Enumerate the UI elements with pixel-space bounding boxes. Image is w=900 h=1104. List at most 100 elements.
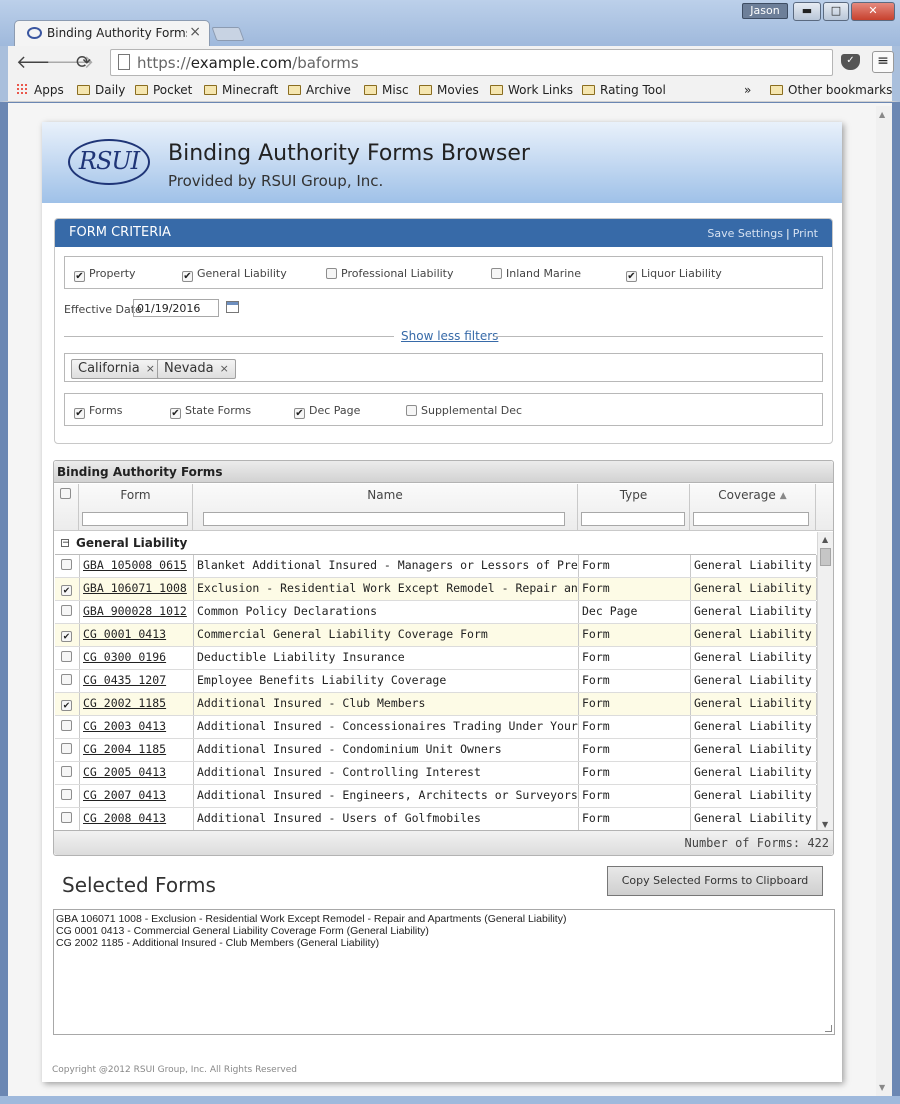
bookmark-folder[interactable]: Work Links [490, 83, 573, 97]
coverage-checkbox-general-liability[interactable]: ✔ General Liability [182, 267, 287, 282]
coverage-checkbox-property[interactable]: ✔ Property [74, 267, 136, 282]
remove-tag-icon[interactable]: × [146, 362, 155, 375]
row-checkbox[interactable] [61, 559, 72, 570]
type-filter-input[interactable] [581, 512, 685, 526]
select-all-checkbox[interactable] [60, 488, 71, 499]
row-checkbox[interactable]: ✔ [61, 700, 72, 711]
column-header-coverage[interactable]: Coverage ▲ [690, 484, 816, 531]
type-checkbox-state-forms[interactable]: ✔ State Forms [170, 404, 251, 419]
scroll-up-arrow-icon[interactable]: ▲ [879, 110, 885, 119]
table-row[interactable]: GBA 900028 1012 Common Policy Declaration… [55, 601, 817, 624]
bookmark-folder[interactable]: Daily [77, 83, 125, 97]
bookmark-folder[interactable]: Misc [364, 83, 409, 97]
form-number-link[interactable]: GBA 106071 1008 [83, 581, 187, 595]
type-checkbox-forms[interactable]: ✔ Forms [74, 404, 122, 419]
row-checkbox[interactable]: ✔ [61, 585, 72, 596]
scroll-up-arrow-icon[interactable]: ▲ [822, 535, 828, 544]
bookmark-other[interactable]: Other bookmarks [770, 83, 892, 97]
form-number-link[interactable]: CG 2008 0413 [83, 811, 166, 825]
row-checkbox[interactable] [61, 674, 72, 685]
table-row[interactable]: GBA 105008 0615 Blanket Additional Insure… [55, 555, 817, 578]
save-settings-link[interactable]: Save Settings [707, 227, 783, 240]
page-scrollbar[interactable]: ▲ ▼ [876, 106, 892, 1096]
row-checkbox[interactable] [61, 720, 72, 731]
table-row[interactable]: CG 0300 0196 Deductible Liability Insuran… [55, 647, 817, 670]
checkbox-icon [491, 268, 502, 279]
bookmark-folder[interactable]: Pocket [135, 83, 192, 97]
bookmarks-overflow-button[interactable]: » [744, 83, 751, 97]
form-number-link[interactable]: CG 0300 0196 [83, 650, 166, 664]
table-row[interactable]: CG 0435 1207 Employee Benefits Liability … [55, 670, 817, 693]
bookmark-folder[interactable]: Minecraft [204, 83, 278, 97]
scroll-down-arrow-icon[interactable]: ▼ [879, 1083, 885, 1092]
form-number-link[interactable]: GBA 900028 1012 [83, 604, 187, 618]
type-checkbox-supplemental-dec[interactable]: Supplemental Dec [406, 404, 522, 417]
bookmark-folder[interactable]: Archive [288, 83, 351, 97]
bookmark-folder[interactable]: Rating Tool [582, 83, 666, 97]
browser-menu-icon[interactable]: ≡ [872, 51, 894, 73]
profile-button[interactable]: Jason [742, 3, 788, 19]
show-less-filters-link[interactable]: Show less filters [401, 329, 498, 343]
row-checkbox[interactable] [61, 651, 72, 662]
effective-date-input[interactable]: 01/19/2016 [133, 299, 219, 317]
table-row[interactable]: CG 2004 1185 Additional Insured - Condomi… [55, 739, 817, 762]
reload-icon[interactable]: ⟳ [76, 52, 91, 73]
row-checkbox[interactable] [61, 789, 72, 800]
form-number-link[interactable]: CG 2003 0413 [83, 719, 166, 733]
name-filter-input[interactable] [203, 512, 565, 526]
form-number-link[interactable]: CG 2004 1185 [83, 742, 166, 756]
type-checkbox-dec-page[interactable]: ✔ Dec Page [294, 404, 360, 419]
row-checkbox[interactable] [61, 766, 72, 777]
table-row[interactable]: ✔ GBA 106071 1008 Exclusion - Residential … [55, 578, 817, 601]
row-checkbox[interactable]: ✔ [61, 631, 72, 642]
bookmark-folder[interactable]: Movies [419, 83, 479, 97]
table-row[interactable]: CG 2005 0413 Additional Insured - Control… [55, 762, 817, 785]
close-window-button[interactable]: ✕ [851, 2, 895, 21]
window-titlebar: Jason ▬ □ ✕ Binding Authority Forms B × [0, 0, 900, 46]
column-header-form[interactable]: Form [79, 484, 193, 531]
calendar-icon[interactable] [226, 301, 239, 313]
resize-handle-icon[interactable] [825, 1025, 832, 1032]
state-selector[interactable]: California × Nevada × [64, 353, 823, 382]
table-row[interactable]: ✔ CG 0001 0413 Commercial General Liabilit… [55, 624, 817, 647]
grid-scrollbar[interactable]: ▲ ▼ [817, 532, 833, 830]
maximize-button[interactable]: □ [823, 2, 849, 21]
group-row-general-liability[interactable]: − General Liability [55, 532, 816, 555]
minimize-button[interactable]: ▬ [793, 2, 821, 21]
copy-selected-forms-button[interactable]: Copy Selected Forms to Clipboard [607, 866, 823, 896]
column-header-type[interactable]: Type [578, 484, 690, 531]
address-bar[interactable]: https://example.com/baforms [110, 49, 833, 76]
coverage-checkbox-inland-marine[interactable]: Inland Marine [491, 267, 581, 280]
form-number-link[interactable]: CG 2005 0413 [83, 765, 166, 779]
form-number-link[interactable]: GBA 105008 0615 [83, 558, 187, 572]
bookmark-apps[interactable]: Apps [16, 83, 64, 97]
form-filter-input[interactable] [82, 512, 188, 526]
pocket-extension-icon[interactable]: ✓ [841, 54, 860, 70]
coverage-filter-input[interactable] [693, 512, 809, 526]
tab-close-icon[interactable]: × [189, 24, 201, 40]
remove-tag-icon[interactable]: × [220, 362, 229, 375]
coverage-checkbox-professional-liability[interactable]: Professional Liability [326, 267, 454, 280]
new-tab-button[interactable] [211, 27, 245, 41]
form-number-link[interactable]: CG 0435 1207 [83, 673, 166, 687]
collapse-group-icon[interactable]: − [61, 539, 70, 548]
coverage-checkbox-liquor-liability[interactable]: ✔ Liquor Liability [626, 267, 722, 282]
row-checkbox[interactable] [61, 743, 72, 754]
folder-icon [770, 85, 783, 95]
form-number-link[interactable]: CG 2002 1185 [83, 696, 166, 710]
table-row[interactable]: CG 2008 0413 Additional Insured - Users o… [55, 808, 817, 831]
scroll-down-arrow-icon[interactable]: ▼ [822, 820, 828, 829]
column-header-name[interactable]: Name [193, 484, 578, 531]
print-link[interactable]: Print [793, 227, 818, 240]
table-row[interactable]: CG 2007 0413 Additional Insured - Enginee… [55, 785, 817, 808]
browser-tab[interactable]: Binding Authority Forms B × [14, 20, 210, 46]
selected-forms-textarea[interactable]: GBA 106071 1008 - Exclusion - Residentia… [53, 909, 835, 1035]
scroll-thumb[interactable] [820, 548, 831, 566]
form-number-link[interactable]: CG 0001 0413 [83, 627, 166, 641]
form-type-cell: Form [579, 693, 691, 715]
form-number-link[interactable]: CG 2007 0413 [83, 788, 166, 802]
row-checkbox[interactable] [61, 812, 72, 823]
table-row[interactable]: CG 2003 0413 Additional Insured - Concess… [55, 716, 817, 739]
table-row[interactable]: ✔ CG 2002 1185 Additional Insured - Club M… [55, 693, 817, 716]
row-checkbox[interactable] [61, 605, 72, 616]
